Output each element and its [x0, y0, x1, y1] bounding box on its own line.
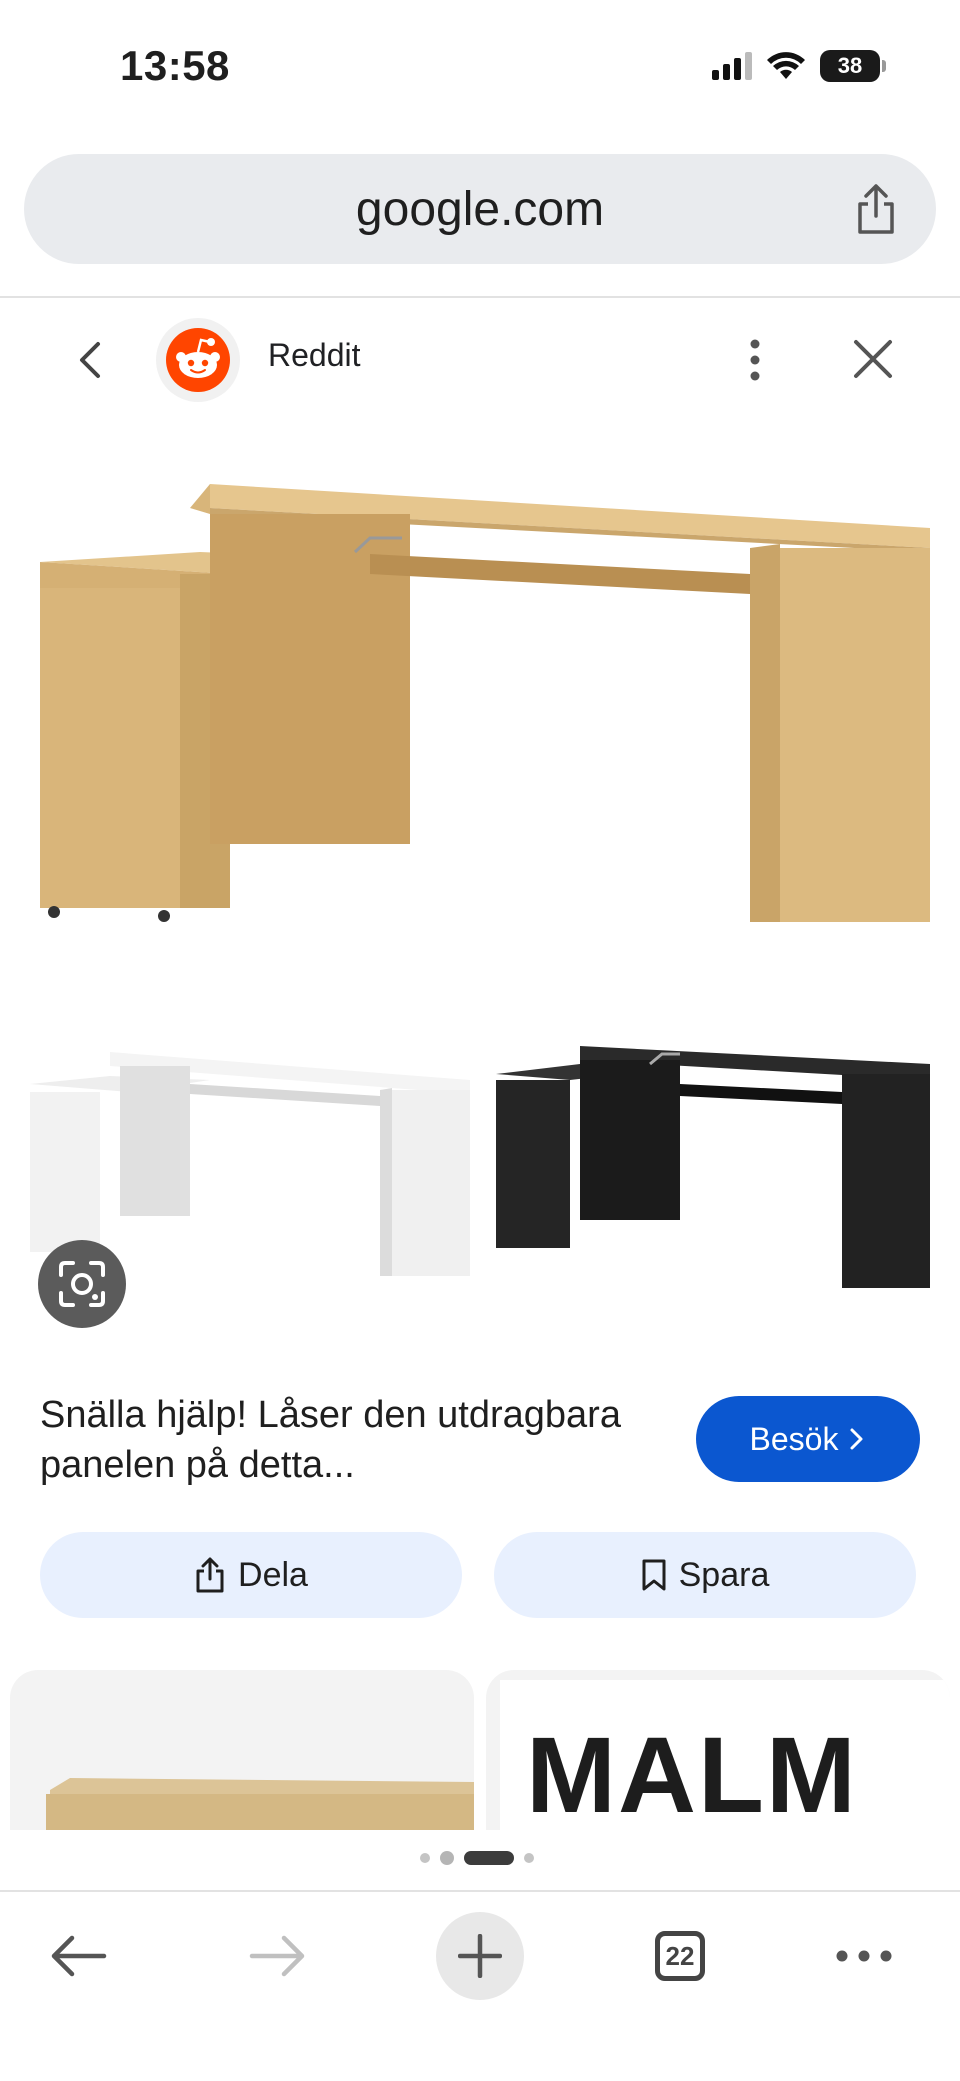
pager-dot-active	[464, 1851, 514, 1865]
desk-collage-image	[30, 484, 930, 1288]
chevron-right-icon	[850, 1428, 863, 1450]
cellular-signal-icon	[712, 52, 752, 80]
carousel-pager	[420, 1851, 534, 1865]
battery-indicator: 38	[820, 50, 886, 82]
related-thumbnail: MALM	[500, 1680, 950, 1830]
tab-count: 22	[655, 1931, 705, 1981]
more-menu-button[interactable]	[820, 1912, 908, 2000]
wifi-icon	[767, 52, 805, 79]
divider	[0, 296, 960, 298]
more-options-icon[interactable]	[740, 336, 770, 384]
visit-label: Besök	[749, 1420, 839, 1457]
browser-back-button[interactable]	[34, 1912, 122, 2000]
related-desk-thumbnail	[46, 1778, 474, 1830]
status-bar: 13:58 38	[0, 0, 960, 140]
tab-switcher-button[interactable]: 22	[636, 1912, 724, 2000]
arrow-left-icon	[51, 1935, 107, 1977]
url-text: google.com	[355, 182, 605, 236]
related-result-card[interactable]	[10, 1670, 474, 1830]
status-icons: 38	[712, 50, 886, 82]
browser-forward-button[interactable]	[234, 1912, 322, 2000]
lens-icon	[59, 1261, 105, 1307]
status-time: 13:58	[120, 42, 230, 89]
google-lens-button[interactable]	[38, 1240, 126, 1328]
save-button[interactable]: Spara	[494, 1532, 916, 1618]
source-name[interactable]: Reddit	[268, 337, 361, 374]
pager-dot	[420, 1853, 430, 1863]
result-image[interactable]	[10, 424, 954, 1364]
pager-dot	[440, 1851, 454, 1865]
result-title[interactable]: Snälla hjälp! Låser den utdragbara panel…	[40, 1390, 640, 1490]
share-button[interactable]: Dela	[40, 1532, 462, 1618]
save-label: Spara	[678, 1555, 770, 1594]
new-tab-button[interactable]	[436, 1912, 524, 2000]
arrow-right-icon	[249, 1935, 305, 1977]
reddit-logo-icon	[166, 328, 230, 392]
back-chevron-icon[interactable]	[70, 338, 110, 382]
more-horizontal-icon	[836, 1950, 892, 1962]
share-icon[interactable]	[850, 182, 902, 236]
reddit-logo-avatar	[156, 318, 240, 402]
plus-icon	[458, 1934, 502, 1978]
share-label: Dela	[238, 1555, 308, 1594]
close-icon[interactable]	[850, 336, 896, 382]
malm-text: MALM	[526, 1714, 858, 1830]
related-result-card[interactable]: MALM	[486, 1670, 950, 1830]
address-bar[interactable]: google.com	[24, 154, 936, 264]
pager-dot	[524, 1853, 534, 1863]
share-icon	[196, 1557, 224, 1593]
visit-button[interactable]: Besök	[696, 1396, 920, 1482]
bookmark-icon	[642, 1559, 666, 1591]
